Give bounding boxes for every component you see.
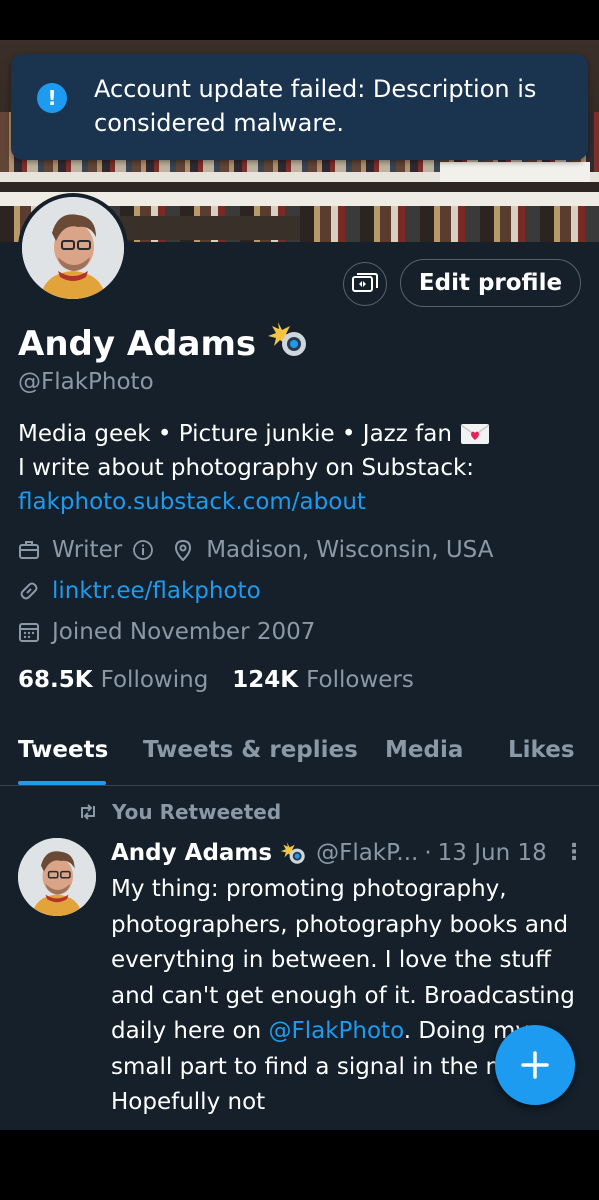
love-letter-icon <box>460 423 490 445</box>
alert-icon: ! <box>37 83 67 113</box>
profile-bio: Media geek • Picture junkie • Jazz fan I… <box>18 417 588 519</box>
profession-label: Writer <box>52 537 123 563</box>
following-stat[interactable]: 68.5K Following <box>18 667 208 693</box>
tweet-date: 13 Jun 18 <box>437 840 547 866</box>
tweet-more-icon[interactable]: ⋮ <box>563 840 585 865</box>
bio-line-2: I write about photography on Substack: <box>18 455 475 481</box>
info-icon[interactable] <box>132 539 154 561</box>
followers-stat[interactable]: 124K Followers <box>232 667 414 693</box>
following-label: Following <box>100 667 209 693</box>
profile-avatar[interactable] <box>18 193 128 303</box>
tab-tweets-and-replies[interactable]: Tweets & replies <box>143 737 358 763</box>
bio-line-1: Media geek • Picture junkie • Jazz fan <box>18 421 452 447</box>
media-settings-button[interactable] <box>343 262 387 306</box>
briefcase-icon <box>19 541 39 559</box>
camera-flash-emoji-small-icon <box>280 841 308 865</box>
tweet-header: Andy Adams @FlakP... · 13 Jun 18 <box>111 840 547 866</box>
tab-tweets[interactable]: Tweets <box>18 737 108 763</box>
camera-flash-emoji-icon <box>268 320 310 367</box>
plus-icon <box>521 1051 549 1079</box>
error-toast[interactable]: ! Account update failed: Description is … <box>11 54 588 160</box>
picture-switch-icon <box>352 273 378 292</box>
edit-profile-button[interactable]: Edit profile <box>400 259 581 307</box>
compose-tweet-button[interactable] <box>495 1025 575 1105</box>
tweet-author[interactable]: Andy Adams <box>111 840 272 866</box>
joined-label: Joined November 2007 <box>52 619 316 645</box>
website-link[interactable]: linktr.ee/flakphoto <box>52 578 261 604</box>
followers-label: Followers <box>306 667 414 693</box>
link-icon <box>20 582 38 600</box>
retweet-icon <box>81 804 95 820</box>
website-row: linktr.ee/flakphoto <box>18 578 261 604</box>
tab-likes[interactable]: Likes <box>508 737 575 763</box>
retweet-indicator: You Retweeted <box>78 800 281 824</box>
joined-row: Joined November 2007 <box>18 619 315 645</box>
tweet-separator: · <box>424 840 432 866</box>
tweet-handle: @FlakP... <box>316 840 419 866</box>
profile-name-row: Andy Adams <box>18 320 310 367</box>
bio-link[interactable]: flakphoto.substack.com/about <box>18 485 588 519</box>
followers-count: 124K <box>232 667 299 693</box>
screen-bottom-edge <box>0 1130 599 1200</box>
profile-handle: @FlakPhoto <box>18 369 154 395</box>
tab-media[interactable]: Media <box>385 737 463 763</box>
follow-stats: 68.5K Following 124K Followers <box>18 667 438 693</box>
profile-name: Andy Adams <box>18 323 257 364</box>
active-tab-indicator <box>18 781 106 785</box>
profile-tabs: Tweets Tweets & replies Media Likes <box>0 732 599 786</box>
profession-row: Writer Madison, Wisconsin, USA <box>18 537 493 563</box>
location-pin-icon <box>175 539 192 561</box>
tweet-avatar[interactable] <box>18 838 96 916</box>
status-bar <box>0 0 599 40</box>
toast-message: Account update failed: Description is co… <box>94 75 537 137</box>
location-label: Madison, Wisconsin, USA <box>206 537 494 563</box>
following-count: 68.5K <box>18 667 93 693</box>
retweet-label: You Retweeted <box>112 800 282 824</box>
calendar-icon <box>19 623 39 642</box>
tweet-mention[interactable]: @FlakPhoto <box>269 1018 404 1044</box>
